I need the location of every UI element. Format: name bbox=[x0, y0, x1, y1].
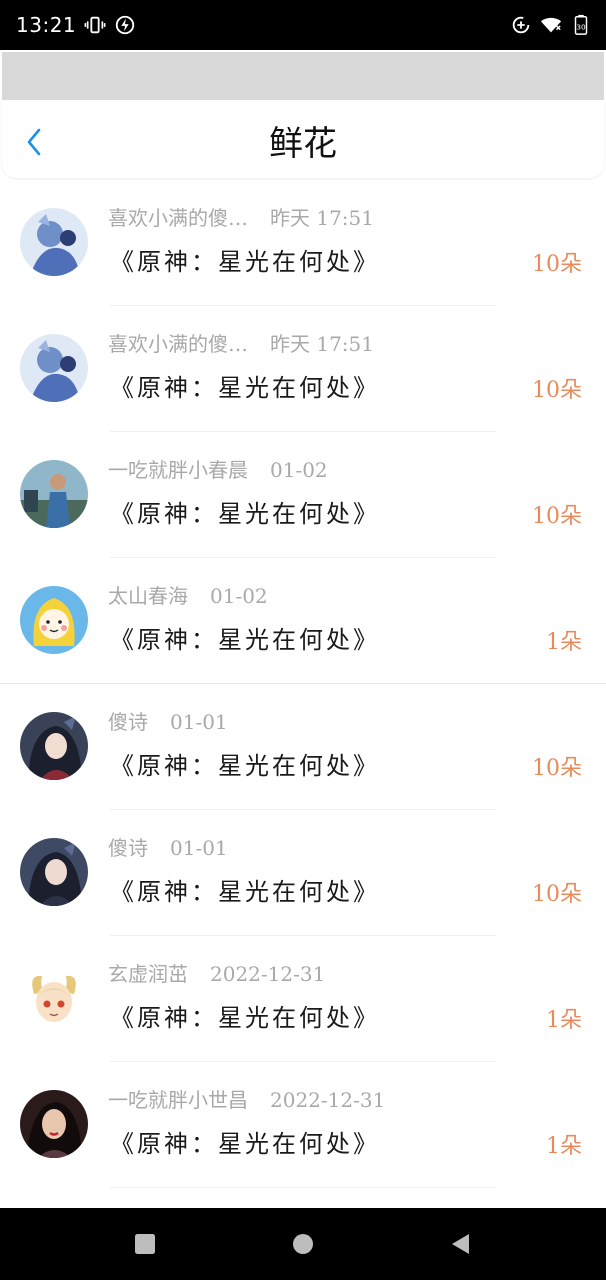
user-name[interactable]: 玄虚润茁 bbox=[108, 958, 188, 987]
record-meta: 喜欢小满的傻… 昨天 17:51 bbox=[108, 202, 374, 231]
flower-count: 10朵 bbox=[532, 252, 582, 277]
charging-icon bbox=[114, 14, 136, 36]
record-meta: 一吃就胖小世昌 2022-12-31 bbox=[108, 1084, 385, 1113]
record-time: 01-01 bbox=[170, 836, 228, 860]
flower-count: 10朵 bbox=[532, 756, 582, 781]
work-title[interactable]: 《原神：星光在何处》 bbox=[110, 368, 380, 403]
photo-portrait-avatar[interactable] bbox=[20, 1090, 88, 1158]
work-title[interactable]: 《原神：星光在何处》 bbox=[110, 872, 380, 907]
flower-count: 10朵 bbox=[532, 882, 582, 907]
system-nav-bar bbox=[0, 1208, 606, 1280]
list-item[interactable]: 太山春海 01-02 《原神：星光在何处》 1朵 bbox=[0, 558, 606, 684]
list-item[interactable]: 喜欢小满的傻… 昨天 17:51 《原神：星光在何处》 10朵 bbox=[0, 180, 606, 306]
record-time: 01-02 bbox=[210, 584, 268, 608]
work-title[interactable]: 《原神：星光在何处》 bbox=[110, 242, 380, 277]
record-time: 2022-12-31 bbox=[210, 962, 326, 986]
record-time: 2022-12-31 bbox=[270, 1088, 386, 1112]
record-meta: 傻诗 01-01 bbox=[108, 832, 228, 861]
recents-square-icon bbox=[135, 1234, 155, 1254]
record-meta: 喜欢小满的傻… 昨天 17:51 bbox=[108, 328, 374, 357]
flower-count: 10朵 bbox=[532, 504, 582, 529]
status-bar: 13:21 30 bbox=[0, 0, 606, 50]
list-item[interactable]: 一吃就胖小春晨 01-02 《原神：星光在何处》 10朵 bbox=[0, 432, 606, 558]
anime-blue-avatar[interactable] bbox=[20, 334, 88, 402]
status-time: 13:21 bbox=[16, 13, 77, 37]
recents-button[interactable] bbox=[131, 1230, 159, 1258]
header: 鲜花 bbox=[2, 100, 604, 178]
svg-text:30: 30 bbox=[576, 23, 586, 32]
battery-icon: 30 bbox=[570, 14, 592, 36]
home-circle-icon bbox=[293, 1234, 313, 1254]
user-name[interactable]: 傻诗 bbox=[108, 706, 148, 735]
divider bbox=[110, 1187, 496, 1188]
flower-count: 1朵 bbox=[546, 630, 582, 655]
record-meta: 玄虚润茁 2022-12-31 bbox=[108, 958, 325, 987]
anime-dark-avatar[interactable] bbox=[20, 712, 88, 780]
nav-back-button[interactable] bbox=[447, 1230, 475, 1258]
flower-count: 1朵 bbox=[546, 1134, 582, 1159]
page-title: 鲜花 bbox=[269, 124, 337, 164]
record-time: 01-02 bbox=[270, 458, 328, 482]
user-name[interactable]: 傻诗 bbox=[108, 832, 148, 861]
status-left: 13:21 bbox=[16, 13, 136, 37]
flower-count: 10朵 bbox=[532, 378, 582, 403]
wifi-icon bbox=[540, 14, 562, 36]
list-item[interactable]: 玄虚润茁 2022-12-31 《原神：星光在何处》 1朵 bbox=[0, 936, 606, 1062]
data-saver-icon bbox=[510, 14, 532, 36]
record-time: 01-01 bbox=[170, 710, 228, 734]
user-name[interactable]: 喜欢小满的傻… bbox=[108, 328, 248, 357]
anime-dark-avatar[interactable] bbox=[20, 838, 88, 906]
record-meta: 太山春海 01-02 bbox=[108, 580, 268, 609]
work-title[interactable]: 《原神：星光在何处》 bbox=[110, 494, 380, 529]
back-triangle-icon bbox=[452, 1234, 469, 1254]
list-item[interactable]: 傻诗 01-01 《原神：星光在何处》 10朵 bbox=[0, 810, 606, 936]
user-name[interactable]: 一吃就胖小春晨 bbox=[108, 454, 248, 483]
list-item[interactable]: 一吃就胖小世昌 2022-12-31 《原神：星光在何处》 1朵 bbox=[0, 1062, 606, 1188]
list-item[interactable]: 喜欢小满的傻… 昨天 17:51 《原神：星光在何处》 10朵 bbox=[0, 306, 606, 432]
record-time: 昨天 17:51 bbox=[270, 206, 374, 230]
list-item[interactable]: 傻诗 01-01 《原神：星光在何处》 10朵 bbox=[0, 684, 606, 810]
record-time: 昨天 17:51 bbox=[270, 332, 374, 356]
yellow-cartoon-avatar[interactable] bbox=[20, 586, 88, 654]
flower-record-list: 喜欢小满的傻… 昨天 17:51 《原神：星光在何处》 10朵 喜欢小满的傻… … bbox=[0, 180, 606, 1188]
status-right: 30 bbox=[510, 14, 592, 36]
user-name[interactable]: 太山春海 bbox=[108, 580, 188, 609]
photo-outdoor-avatar[interactable] bbox=[20, 460, 88, 528]
chibi-horns-avatar[interactable] bbox=[20, 964, 88, 1032]
home-button[interactable] bbox=[289, 1230, 317, 1258]
user-name[interactable]: 一吃就胖小世昌 bbox=[108, 1084, 248, 1113]
user-name[interactable]: 喜欢小满的傻… bbox=[108, 202, 248, 231]
record-meta: 一吃就胖小春晨 01-02 bbox=[108, 454, 328, 483]
work-title[interactable]: 《原神：星光在何处》 bbox=[110, 746, 380, 781]
flower-count: 1朵 bbox=[546, 1008, 582, 1033]
work-title[interactable]: 《原神：星光在何处》 bbox=[110, 1124, 380, 1159]
work-title[interactable]: 《原神：星光在何处》 bbox=[110, 998, 380, 1033]
work-title[interactable]: 《原神：星光在何处》 bbox=[110, 620, 380, 655]
vibrate-icon bbox=[84, 14, 106, 36]
gray-banner bbox=[2, 52, 604, 100]
record-meta: 傻诗 01-01 bbox=[108, 706, 228, 735]
anime-blue-avatar[interactable] bbox=[20, 208, 88, 276]
